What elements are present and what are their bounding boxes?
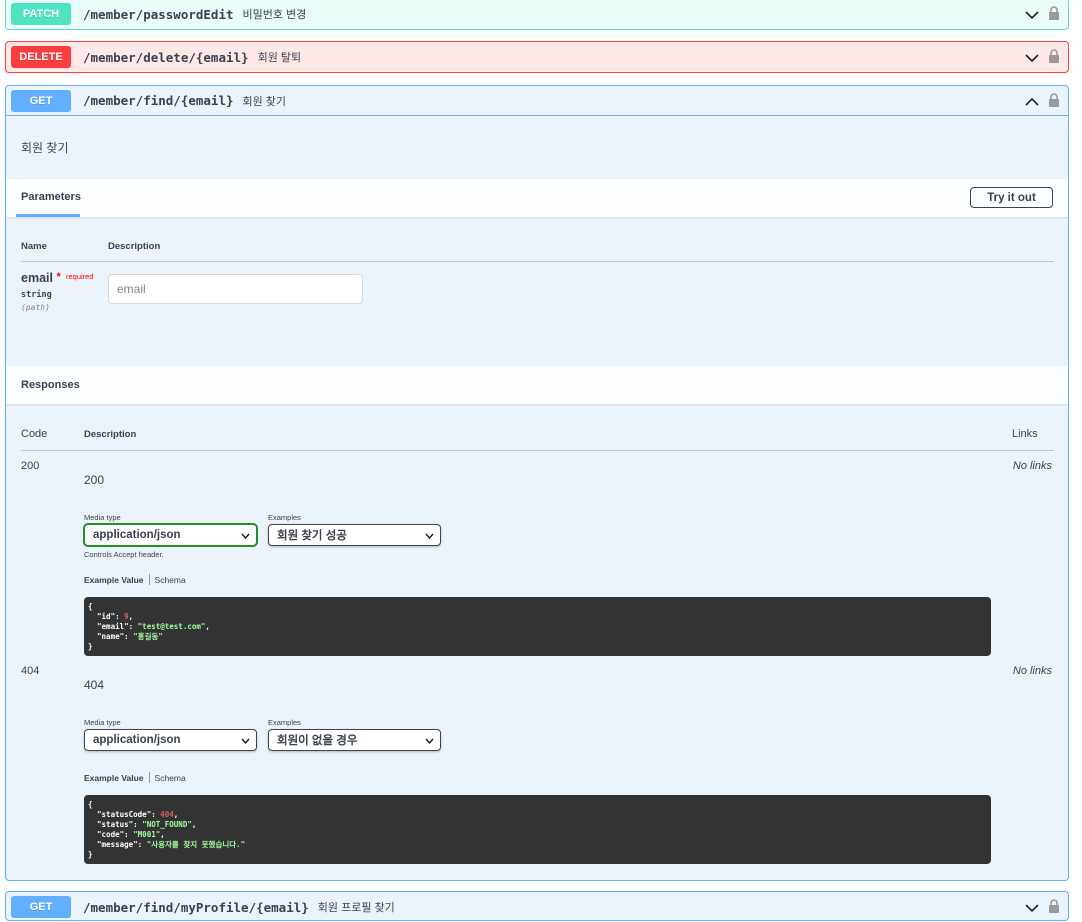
examples-select[interactable]: 회원이 없을 경우 <box>268 729 441 751</box>
chevron-down-icon <box>241 531 250 543</box>
lock-icon[interactable] <box>1048 93 1060 112</box>
param-required: required <box>66 272 94 281</box>
media-type-label: Media type <box>84 513 121 522</box>
tab-parameters[interactable]: Parameters <box>21 191 81 203</box>
method-badge: GET <box>11 89 71 112</box>
operation-description: 회원 찾기 <box>21 141 69 155</box>
endpoint-path: /member/passwordEdit <box>83 6 234 22</box>
try-it-out-button[interactable]: Try it out <box>970 187 1053 208</box>
endpoint-path: /member/find/{email} <box>83 93 234 108</box>
chevron-down-icon[interactable] <box>1025 7 1039 25</box>
controls-accept-note: Controls Accept header. <box>84 550 164 559</box>
lock-icon[interactable] <box>1048 49 1060 68</box>
media-type-select[interactable]: application/json <box>84 729 257 751</box>
column-code: Code <box>21 428 48 440</box>
responses-title: Responses <box>21 379 80 391</box>
divider <box>21 261 1054 262</box>
divider <box>21 450 1054 451</box>
endpoint-summary: 비밀번호 변경 <box>242 9 307 21</box>
column-description: Description <box>84 429 137 440</box>
parameters-header: Parameters Try it out <box>6 179 1068 217</box>
media-type-select[interactable]: application/json <box>84 524 257 546</box>
opblock-summary-delete[interactable]: DELETE /member/delete/{email} 회원 탈퇴 <box>6 42 1068 72</box>
tab-example-value[interactable]: Example Value <box>84 773 144 783</box>
endpoint-path: /member/delete/{email} <box>83 49 249 65</box>
example-code-block: { "statusCode": 404, "status": "NOT_FOUN… <box>84 795 991 864</box>
param-name: email * <box>21 271 61 285</box>
response-description: 404 <box>84 678 105 692</box>
opblock-get-expanded: GET /member/find/{email} 회원 찾기 회원 찾기 Par… <box>5 85 1069 881</box>
media-type-label: Media type <box>84 718 121 727</box>
examples-label: Examples <box>268 513 301 522</box>
method-badge: DELETE <box>11 46 71 68</box>
endpoint-summary: 회원 찾기 <box>242 95 287 108</box>
example-tabs: Example Value Schema <box>84 772 186 783</box>
method-badge: GET <box>11 896 71 918</box>
lock-icon[interactable] <box>1048 6 1060 25</box>
responses-header: Responses <box>6 366 1068 404</box>
opblock-summary-patch[interactable]: PATCH /member/passwordEdit 비밀번호 변경 <box>6 0 1068 29</box>
lock-icon[interactable] <box>1048 899 1060 918</box>
example-tabs: Example Value Schema <box>84 574 186 585</box>
chevron-down-icon <box>425 736 434 748</box>
chevron-down-icon <box>241 736 250 748</box>
chevron-up-icon[interactable] <box>1025 94 1039 112</box>
response-code: 404 <box>21 665 40 677</box>
tab-schema[interactable]: Schema <box>155 575 186 585</box>
chevron-down-icon <box>425 531 434 543</box>
response-code: 200 <box>21 460 40 472</box>
column-links: Links <box>1012 428 1038 440</box>
opblock-summary-get[interactable]: GET /member/find/myProfile/{email} 회원 프로… <box>6 892 1068 922</box>
endpoint-path: /member/find/myProfile/{email} <box>83 899 309 915</box>
tab-example-value[interactable]: Example Value <box>84 575 144 585</box>
param-location: (path) <box>21 303 50 312</box>
param-type: string <box>21 290 52 300</box>
response-description: 200 <box>84 473 105 487</box>
opblock-summary-get[interactable]: GET /member/find/{email} 회원 찾기 <box>6 86 1068 116</box>
response-links: No links <box>1012 460 1052 472</box>
endpoint-summary: 회원 프로필 찾기 <box>317 902 395 914</box>
column-name: Name <box>21 241 47 252</box>
chevron-down-icon[interactable] <box>1025 50 1039 68</box>
method-badge: PATCH <box>11 3 71 25</box>
examples-label: Examples <box>268 718 301 727</box>
opblock-patch: PATCH /member/passwordEdit 비밀번호 변경 <box>5 0 1069 30</box>
tab-schema[interactable]: Schema <box>155 773 186 783</box>
opblock-delete: DELETE /member/delete/{email} 회원 탈퇴 <box>5 41 1069 73</box>
response-links: No links <box>1012 665 1052 677</box>
column-description: Description <box>108 241 161 252</box>
email-field[interactable] <box>108 274 363 304</box>
chevron-down-icon[interactable] <box>1025 900 1039 918</box>
opblock-get: GET /member/find/myProfile/{email} 회원 프로… <box>5 891 1069 921</box>
examples-select[interactable]: 회원 찾기 성공 <box>268 524 441 546</box>
example-code-block: { "id": 9, "email": "test@test.com", "na… <box>84 597 991 656</box>
endpoint-summary: 회원 탈퇴 <box>257 52 302 64</box>
tab-underline <box>16 214 80 217</box>
